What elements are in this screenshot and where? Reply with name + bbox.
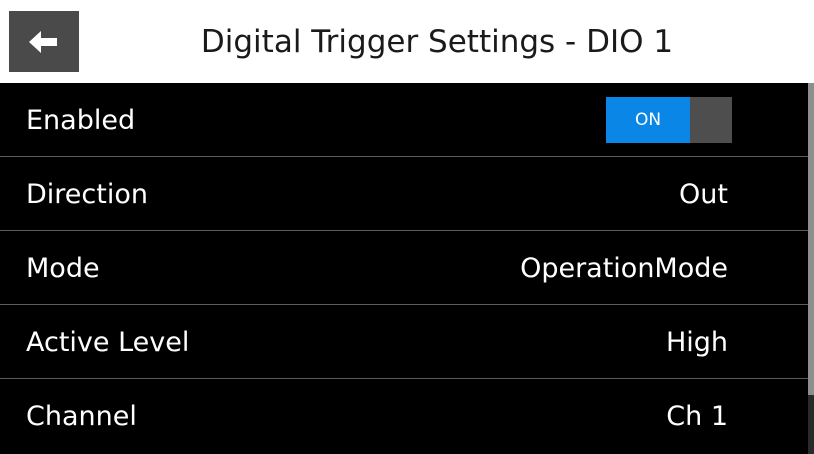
toggle-thumb [690, 97, 732, 143]
arrow-left-icon [29, 30, 59, 53]
setting-label-mode: Mode [26, 252, 100, 284]
header-bar: Digital Trigger Settings - DIO 1 [0, 0, 814, 83]
setting-label-enabled: Enabled [26, 104, 136, 136]
setting-label-active-level: Active Level [26, 326, 190, 358]
setting-label-channel: Channel [26, 400, 137, 432]
settings-list: Enabled ON Direction Out Mode OperationM… [0, 83, 808, 454]
toggle-on-indicator: ON [606, 97, 690, 143]
scrollbar[interactable] [808, 83, 814, 454]
setting-value-active-level: High [665, 326, 728, 358]
setting-row-mode[interactable]: Mode OperationMode [0, 231, 808, 305]
scrollbar-thumb[interactable] [808, 83, 814, 395]
enabled-toggle[interactable]: ON [606, 97, 732, 143]
setting-row-channel[interactable]: Channel Ch 1 [0, 379, 808, 453]
setting-label-direction: Direction [26, 178, 148, 210]
setting-row-active-level[interactable]: Active Level High [0, 305, 808, 379]
setting-row-direction[interactable]: Direction Out [0, 157, 808, 231]
setting-value-mode: OperationMode [520, 252, 728, 284]
page-title: Digital Trigger Settings - DIO 1 [200, 23, 674, 60]
setting-value-channel: Ch 1 [666, 400, 728, 432]
setting-value-direction: Out [679, 178, 728, 210]
back-button[interactable] [9, 11, 79, 72]
setting-row-enabled[interactable]: Enabled ON [0, 83, 808, 157]
